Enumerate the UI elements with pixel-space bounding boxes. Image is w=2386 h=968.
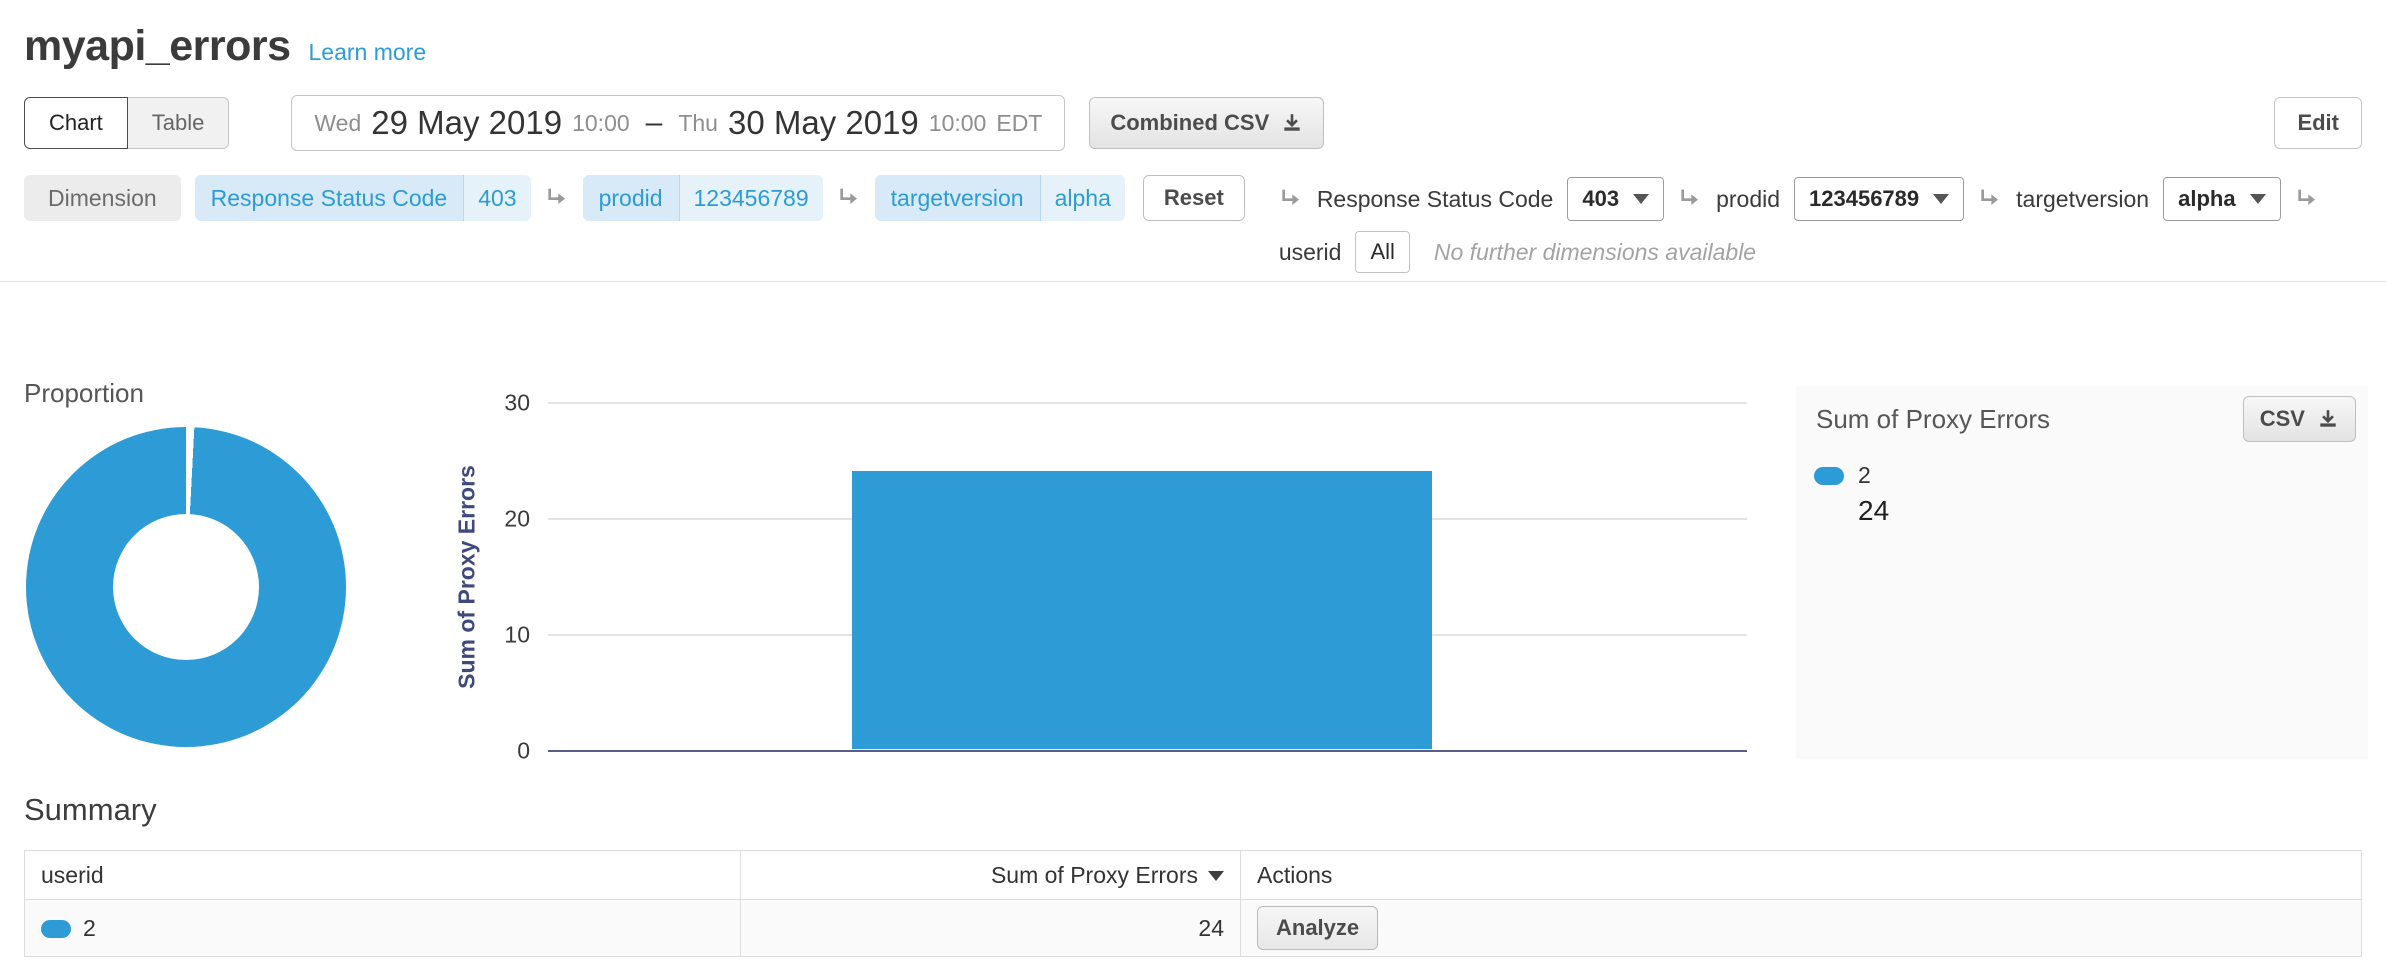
- csv-button[interactable]: CSV: [2243, 396, 2356, 442]
- reset-button[interactable]: Reset: [1143, 175, 1245, 221]
- summary-section: Summary userid Sum of Proxy Errors Actio…: [0, 792, 2386, 957]
- proportion-donut-chart: [26, 427, 346, 747]
- drilldown-row-userid: userid All No further dimensions availab…: [1279, 231, 2319, 273]
- drill-arrow-icon: [1678, 187, 1702, 211]
- end-day: Thu: [678, 110, 718, 137]
- csv-label: CSV: [2260, 406, 2305, 432]
- view-toggle: Chart Table: [24, 97, 229, 149]
- legend-title: Sum of Proxy Errors: [1816, 404, 2050, 435]
- breadcrumb-value: 403: [463, 175, 530, 221]
- date-range-separator: –: [640, 106, 669, 140]
- bar-2: [852, 471, 1432, 749]
- table-header-row: userid Sum of Proxy Errors Actions: [25, 851, 2362, 900]
- header: myapi_errors Learn more: [0, 0, 2386, 71]
- charts-section: Proportion Sum of Proxy Errors 0102030 S…: [0, 282, 2386, 782]
- no-more-dimensions-text: No further dimensions available: [1434, 239, 1756, 266]
- chart-view-button[interactable]: Chart: [24, 97, 128, 149]
- start-date: 29 May 2019: [371, 104, 562, 142]
- download-icon: [2317, 408, 2339, 430]
- dimension-bar: Dimension Response Status Code 403 prodi…: [0, 151, 2386, 273]
- drilldown-select-response-status-code[interactable]: 403: [1567, 177, 1664, 221]
- cell-actions: Analyze: [1241, 900, 2362, 957]
- breadcrumb-name: prodid: [583, 175, 679, 221]
- breadcrumb-name: Response Status Code: [195, 175, 464, 221]
- breadcrumb-name: targetversion: [875, 175, 1040, 221]
- selected-value: alpha: [2178, 186, 2235, 212]
- column-header-actions: Actions: [1241, 851, 2362, 900]
- toolbar: Chart Table Wed 29 May 2019 10:00 – Thu …: [0, 71, 2386, 151]
- drill-arrow-icon: [1978, 187, 2002, 211]
- start-day: Wed: [314, 110, 361, 137]
- learn-more-link[interactable]: Learn more: [309, 39, 427, 66]
- y-tick-label-20: 20: [504, 506, 530, 533]
- userid-all-selector[interactable]: All: [1355, 231, 1409, 273]
- legend-label: 2: [1858, 462, 1871, 489]
- analytics-report-page: myapi_errors Learn more Chart Table Wed …: [0, 0, 2386, 968]
- drilldown-name: prodid: [1716, 186, 1780, 213]
- drilldown-name: targetversion: [2016, 186, 2149, 213]
- sort-desc-icon: [1208, 871, 1224, 881]
- summary-title: Summary: [24, 792, 2362, 828]
- legend-header: Sum of Proxy Errors CSV: [1796, 386, 2368, 448]
- column-header-label: Sum of Proxy Errors: [991, 862, 1198, 888]
- y-axis-title: Sum of Proxy Errors: [454, 465, 481, 689]
- breadcrumb-value: 123456789: [679, 175, 823, 221]
- drill-arrow-icon: [1279, 187, 1303, 211]
- cell-userid: 2: [25, 900, 741, 957]
- drilldown-select-prodid[interactable]: 123456789: [1794, 177, 1964, 221]
- chevron-down-icon: [1633, 194, 1649, 204]
- chevron-down-icon: [2250, 194, 2266, 204]
- donut-hole: [113, 514, 259, 660]
- breadcrumb-value: alpha: [1040, 175, 1125, 221]
- combined-csv-label: Combined CSV: [1110, 110, 1269, 136]
- page-title: myapi_errors: [24, 22, 291, 71]
- table-view-button[interactable]: Table: [127, 97, 230, 149]
- cell-sum-of-proxy-errors: 24: [741, 900, 1241, 957]
- gridline-30: [548, 403, 1747, 404]
- drilldown-name: userid: [1279, 239, 1342, 266]
- edit-button[interactable]: Edit: [2274, 97, 2362, 149]
- timezone: EDT: [996, 110, 1042, 137]
- selected-value: 123456789: [1809, 186, 1919, 212]
- end-date: 30 May 2019: [728, 104, 919, 142]
- download-icon: [1281, 112, 1303, 134]
- drill-arrow-icon: [2295, 187, 2319, 211]
- end-time: 10:00: [929, 110, 987, 137]
- breadcrumb-prodid[interactable]: prodid 123456789: [583, 175, 823, 221]
- legend-panel: Sum of Proxy Errors CSV 2 24: [1796, 386, 2368, 759]
- legend-item: 2: [1814, 462, 2368, 489]
- breadcrumb-response-status-code[interactable]: Response Status Code 403: [195, 175, 531, 221]
- y-tick-label-10: 10: [504, 622, 530, 649]
- y-tick-label-30: 30: [504, 390, 530, 417]
- combined-csv-button[interactable]: Combined CSV: [1089, 97, 1324, 149]
- analyze-button[interactable]: Analyze: [1257, 906, 1378, 950]
- dimension-label: Dimension: [24, 175, 181, 221]
- table-row: 2 24 Analyze: [25, 900, 2362, 957]
- chevron-down-icon: [1933, 194, 1949, 204]
- gridline-0: [548, 750, 1747, 752]
- breadcrumb-targetversion[interactable]: targetversion alpha: [875, 175, 1125, 221]
- column-header-userid: userid: [25, 851, 741, 900]
- summary-table: userid Sum of Proxy Errors Actions 2: [24, 850, 2362, 957]
- row-userid-value: 2: [83, 915, 96, 942]
- proportion-title: Proportion: [24, 378, 144, 409]
- drill-arrow-icon: [545, 186, 569, 210]
- selected-value: 403: [1582, 186, 1619, 212]
- date-range-picker[interactable]: Wed 29 May 2019 10:00 – Thu 30 May 2019 …: [291, 95, 1065, 151]
- column-header-sum-of-proxy-errors[interactable]: Sum of Proxy Errors: [741, 851, 1241, 900]
- y-tick-label-0: 0: [517, 738, 530, 765]
- legend-swatch: [1814, 467, 1844, 485]
- start-time: 10:00: [572, 110, 630, 137]
- dimension-breadcrumbs: Dimension Response Status Code 403 prodi…: [24, 175, 1245, 221]
- row-swatch: [41, 920, 71, 938]
- drilldown-name: Response Status Code: [1317, 186, 1554, 213]
- legend-value: 24: [1858, 495, 2368, 527]
- drilldown-controls: Response Status Code 403 prodid 12345678…: [1279, 175, 2319, 273]
- bar-chart-plot: 0102030: [548, 403, 1747, 751]
- drill-arrow-icon: [837, 186, 861, 210]
- drilldown-select-targetversion[interactable]: alpha: [2163, 177, 2280, 221]
- drilldown-row: Response Status Code 403 prodid 12345678…: [1279, 177, 2319, 221]
